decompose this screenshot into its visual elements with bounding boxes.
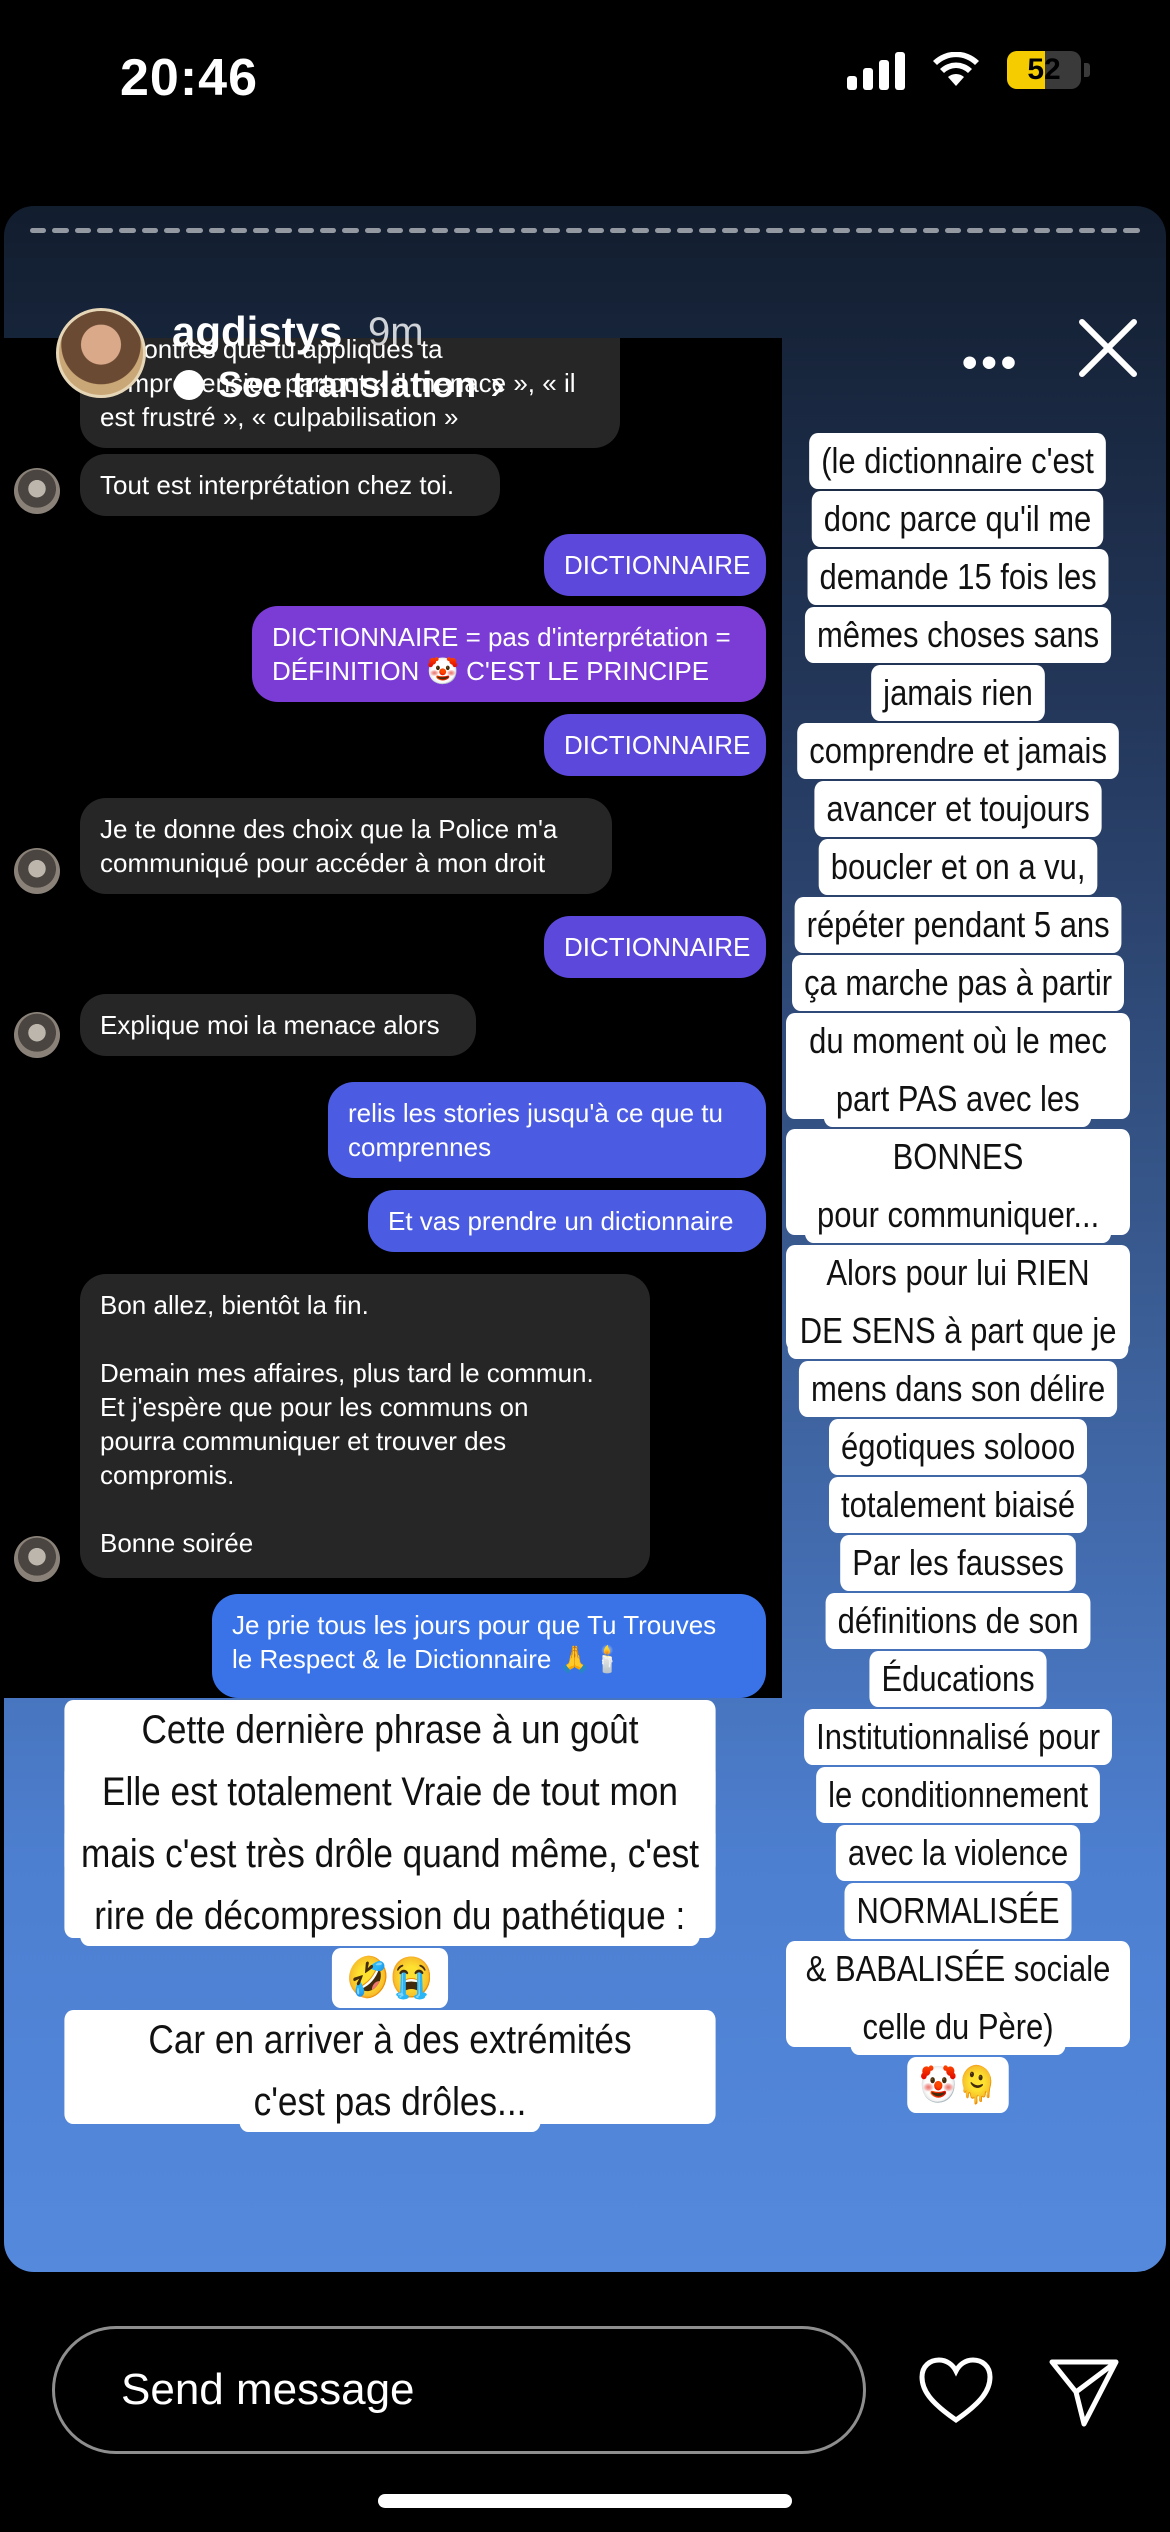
chat-bubble-outgoing: relis les stories jusqu'à ce que tu comp… xyxy=(328,1082,766,1178)
right-caption-line: jamais rien xyxy=(871,665,1045,721)
right-caption-line: NORMALISÉE xyxy=(844,1883,1072,1939)
right-caption-line: mêmes choses sans xyxy=(804,607,1112,663)
story-username[interactable]: agdistys xyxy=(172,308,342,356)
see-translation-button[interactable]: See translation › xyxy=(174,360,505,410)
chat-bubble-outgoing: DICTIONNAIRE = pas d'interprétation = DÉ… xyxy=(252,606,766,702)
right-caption-line: comprendre et jamais xyxy=(797,723,1119,779)
sender-avatar xyxy=(14,468,60,514)
chat-bubble-incoming: Explique moi la menace alors xyxy=(80,994,476,1056)
sender-avatar xyxy=(14,1012,60,1058)
home-indicator xyxy=(378,2494,792,2508)
right-caption-line: égotiques solooo xyxy=(828,1419,1088,1475)
right-caption-line: DE SENS à part que je xyxy=(787,1303,1129,1359)
right-caption-line: mens dans son délire xyxy=(798,1361,1118,1417)
left-caption-line: 🤣😭 xyxy=(332,1948,448,2008)
right-caption-line: Institutionnalisé pour xyxy=(803,1709,1113,1765)
right-caption-line: celle du Père) xyxy=(850,1999,1066,2055)
right-caption: (le dictionnaire c'est donc parce qu'il m… xyxy=(758,428,1158,2113)
right-caption-line: le conditionnement xyxy=(816,1767,1100,1823)
right-caption-line: (le dictionnaire c'est xyxy=(809,433,1107,489)
wifi-icon xyxy=(933,52,979,86)
sender-avatar xyxy=(14,848,60,894)
right-caption-line: totalement biaisé xyxy=(828,1477,1088,1533)
profile-avatar[interactable] xyxy=(56,308,146,398)
send-message-input[interactable]: Send message xyxy=(52,2326,866,2454)
see-translation-label: See translation xyxy=(218,364,477,405)
chat-bubble-outgoing: DICTIONNAIRE xyxy=(544,714,766,776)
cellular-signal-icon xyxy=(847,50,905,90)
right-caption-line: ça marche pas à partir xyxy=(791,955,1125,1011)
chat-screenshot: u montres que tu appliques ta compréhens… xyxy=(4,338,782,1698)
chat-bubble-outgoing: Et vas prendre un dictionnaire xyxy=(368,1190,766,1252)
story-progress-bar xyxy=(30,228,1140,233)
chat-bubble-incoming: Je te donne des choix que la Police m'a … xyxy=(80,798,612,894)
right-caption-line: boucler et on a vu, xyxy=(818,839,1098,895)
send-icon[interactable] xyxy=(1046,2354,1122,2430)
sender-avatar xyxy=(14,1536,60,1582)
battery-percent: 52 xyxy=(1027,53,1061,86)
right-caption-line: part PAS avec les xyxy=(824,1071,1092,1127)
right-caption-line: donc parce qu'il me xyxy=(812,491,1104,547)
chat-bubble-incoming: Tout est interprétation chez toi. xyxy=(80,454,500,516)
right-caption-line: Par les fausses xyxy=(840,1535,1076,1591)
translate-icon xyxy=(174,370,204,400)
story-viewer[interactable]: u montres que tu appliques ta compréhens… xyxy=(4,206,1166,2272)
status-time: 20:46 xyxy=(120,49,258,107)
more-options-icon[interactable]: ••• xyxy=(962,338,1020,388)
left-caption-line: rire de décompression du pathétique : xyxy=(80,1886,700,1946)
status-icons: 52 xyxy=(847,50,1090,90)
battery-icon: 52 xyxy=(1007,51,1090,89)
right-caption-line: 🤡🫠 xyxy=(907,2057,1009,2113)
chat-bubble-outgoing: Je prie tous les jours pour que Tu Trouv… xyxy=(212,1594,766,1698)
chevron-right-icon: › xyxy=(490,360,505,409)
heart-icon[interactable] xyxy=(918,2356,994,2426)
right-caption-line: définitions de son xyxy=(825,1593,1091,1649)
story-time: 9m xyxy=(368,310,424,354)
chat-bubble-outgoing: DICTIONNAIRE xyxy=(544,916,766,978)
story-header: agdistys 9m See translation › ••• xyxy=(4,256,1166,409)
chat-bubble-incoming: Bon allez, bientôt la fin. Demain mes af… xyxy=(80,1274,650,1578)
chat-bubble-outgoing: DICTIONNAIRE xyxy=(544,534,766,596)
close-icon[interactable] xyxy=(1076,316,1140,380)
right-caption-line: demande 15 fois les xyxy=(807,549,1109,605)
right-caption-line: avancer et toujours xyxy=(814,781,1102,837)
right-caption-line: avec la violence xyxy=(835,1825,1081,1881)
right-caption-line: répéter pendant 5 ans xyxy=(794,897,1122,953)
send-message-placeholder: Send message xyxy=(121,2365,415,2414)
left-caption-line: c'est pas drôles... xyxy=(239,2072,541,2132)
right-caption-line: Éducations xyxy=(869,1651,1047,1707)
left-caption: Cette dernière phrase à un goût particul… xyxy=(20,1696,760,2132)
right-caption-line: pour communiquer... xyxy=(804,1187,1112,1243)
